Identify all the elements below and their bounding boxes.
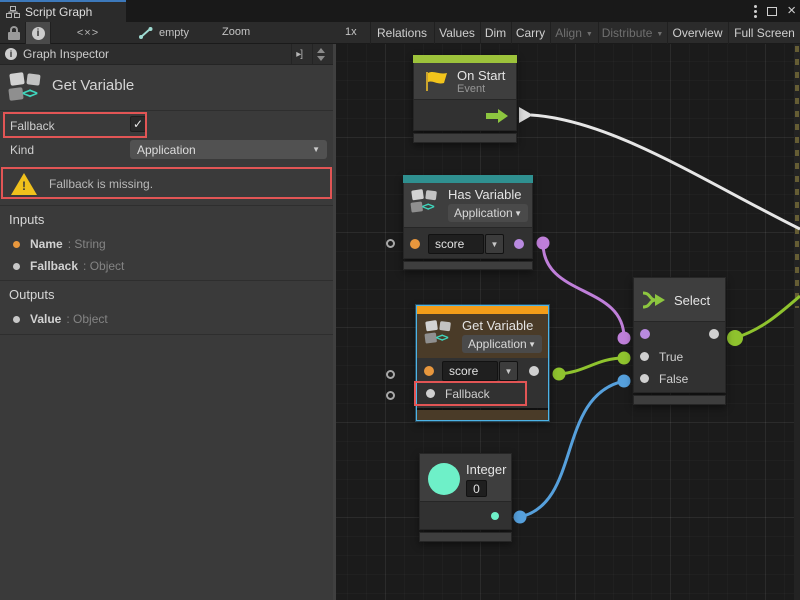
name-input-port[interactable] — [410, 239, 420, 249]
selection-output-port[interactable] — [709, 329, 719, 339]
flow-arrow-icon[interactable] — [486, 109, 508, 123]
node-integer[interactable]: Integer 0 — [419, 453, 512, 542]
node-title: Get Variable — [462, 318, 533, 333]
variable-picker-button[interactable]: ▼ — [499, 361, 518, 381]
align-button[interactable]: Align▼ — [550, 22, 597, 44]
window-menu-icon[interactable] — [754, 5, 757, 18]
inspected-node-title: Get Variable — [52, 77, 134, 94]
graph-inspector-header: i Graph Inspector ▸] — [0, 44, 333, 65]
distribute-button[interactable]: Distribute▼ — [598, 22, 666, 44]
outputs-heading: Outputs — [9, 287, 55, 302]
inspector-toggle-button[interactable]: i — [25, 22, 51, 44]
integer-value-field[interactable]: 0 — [466, 480, 487, 497]
dim-button[interactable]: Dim — [480, 22, 510, 44]
node-has-variable[interactable]: <> Has Variable Application ▼ score ▼ — [403, 175, 533, 270]
zoom-label: Zoom — [222, 26, 250, 38]
true-input-port[interactable] — [640, 352, 649, 361]
title-bar: Script Graph × — [0, 0, 800, 22]
graph-toolbar: i <×> empty Zoom 1x Relations Values Dim… — [0, 22, 800, 44]
node-on-start[interactable]: On Start Event — [413, 55, 517, 143]
info-icon: i — [5, 48, 17, 60]
fallback-field-label: Fallback — [10, 119, 55, 133]
port-dot-icon — [13, 263, 20, 270]
tab-script-graph[interactable]: Script Graph — [0, 0, 126, 22]
values-button[interactable]: Values — [434, 22, 479, 44]
variable-kind-dropdown[interactable]: Application ▼ — [448, 204, 528, 222]
graph-canvas[interactable] — [336, 44, 800, 600]
false-input-port[interactable] — [640, 374, 649, 383]
node-title: Select — [674, 293, 710, 308]
port-dot-icon — [13, 316, 20, 323]
variable-picker-button[interactable]: ▼ — [485, 234, 504, 254]
canvas-edge-marks — [795, 46, 799, 308]
graph-inspector-panel: i Graph Inspector ▸] <> Get Variable Fal… — [0, 44, 333, 600]
graph-icon — [6, 6, 20, 18]
relations-button[interactable]: Relations — [370, 22, 433, 44]
node-select[interactable]: Select True False — [633, 277, 726, 405]
chevron-down-icon: ▼ — [586, 31, 593, 38]
fallback-port-label: Fallback — [445, 387, 490, 401]
warning-icon: ! — [11, 173, 37, 195]
kind-field-label: Kind — [10, 143, 34, 157]
integer-output-port[interactable] — [491, 512, 499, 520]
full-screen-button[interactable]: Full Screen — [728, 22, 800, 44]
node-title: Has Variable — [448, 187, 521, 202]
wire-icon — [138, 26, 154, 40]
node-title: On Start — [457, 68, 505, 83]
checkmark-icon: ✓ — [133, 117, 143, 131]
false-port-label: False — [659, 372, 688, 386]
true-port-label: True — [659, 350, 683, 364]
chevron-down-icon: ▼ — [312, 145, 320, 154]
panel-spinner[interactable] — [312, 44, 333, 65]
info-icon: i — [32, 27, 45, 40]
input-pin-row: Name : String — [0, 234, 333, 254]
chevron-down-icon: ▼ — [656, 31, 663, 38]
close-icon[interactable]: × — [787, 6, 796, 16]
node-title: Integer — [466, 462, 506, 477]
zoom-value: 1x — [345, 26, 357, 38]
name-input-port[interactable] — [424, 366, 434, 376]
fallback-checkbox[interactable]: ✓ — [130, 116, 146, 132]
variables-icon: <> — [411, 189, 442, 215]
lock-icon[interactable] — [7, 26, 21, 40]
flag-icon — [423, 69, 449, 93]
port-dot-icon — [13, 241, 20, 248]
graph-inspector-title: Graph Inspector — [23, 47, 285, 61]
dock-icon[interactable]: ▸] — [291, 44, 306, 65]
chevron-down-icon: ▼ — [528, 340, 536, 349]
bool-output-port[interactable] — [514, 239, 524, 249]
select-icon — [641, 287, 667, 313]
variable-kind-dropdown[interactable]: Application ▼ — [462, 335, 542, 353]
selection-status: empty — [159, 27, 189, 39]
code-view-button[interactable]: <×> — [62, 22, 114, 44]
fallback-input-port[interactable] — [426, 389, 435, 398]
value-output-port[interactable] — [529, 366, 539, 376]
output-pin-row: Value : Object — [0, 309, 333, 329]
node-subtitle: Event — [457, 83, 485, 95]
variable-name-field[interactable]: score — [442, 361, 498, 381]
chevron-down-icon: ▼ — [491, 240, 499, 249]
condition-input-port[interactable] — [640, 329, 650, 339]
tab-title: Script Graph — [25, 5, 92, 19]
node-get-variable[interactable]: <> Get Variable Application ▼ score ▼ Fa… — [416, 305, 549, 421]
input-pin-row: Fallback : Object — [0, 256, 333, 276]
variables-icon: <> — [9, 72, 47, 104]
warning-message: ! Fallback is missing. — [3, 170, 330, 198]
script-graph-window: Script Graph × i <×> empty Zoom 1x Relat — [0, 0, 800, 600]
carry-button[interactable]: Carry — [511, 22, 549, 44]
unconnected-port-icon[interactable] — [386, 391, 395, 400]
overview-button[interactable]: Overview — [667, 22, 727, 44]
unconnected-port-icon[interactable] — [386, 239, 395, 248]
chevron-down-icon: ▼ — [505, 367, 513, 376]
inputs-heading: Inputs — [9, 212, 44, 227]
integer-icon — [428, 463, 460, 495]
variable-name-field[interactable]: score — [428, 234, 484, 254]
unconnected-port-icon[interactable] — [386, 370, 395, 379]
chevron-down-icon: ▼ — [514, 209, 522, 218]
maximize-icon[interactable] — [767, 7, 777, 16]
variables-icon: <> — [425, 320, 456, 346]
kind-dropdown[interactable]: Application ▼ — [130, 140, 327, 159]
inspected-node-block: <> Get Variable — [0, 65, 333, 111]
warning-text: Fallback is missing. — [49, 177, 153, 191]
